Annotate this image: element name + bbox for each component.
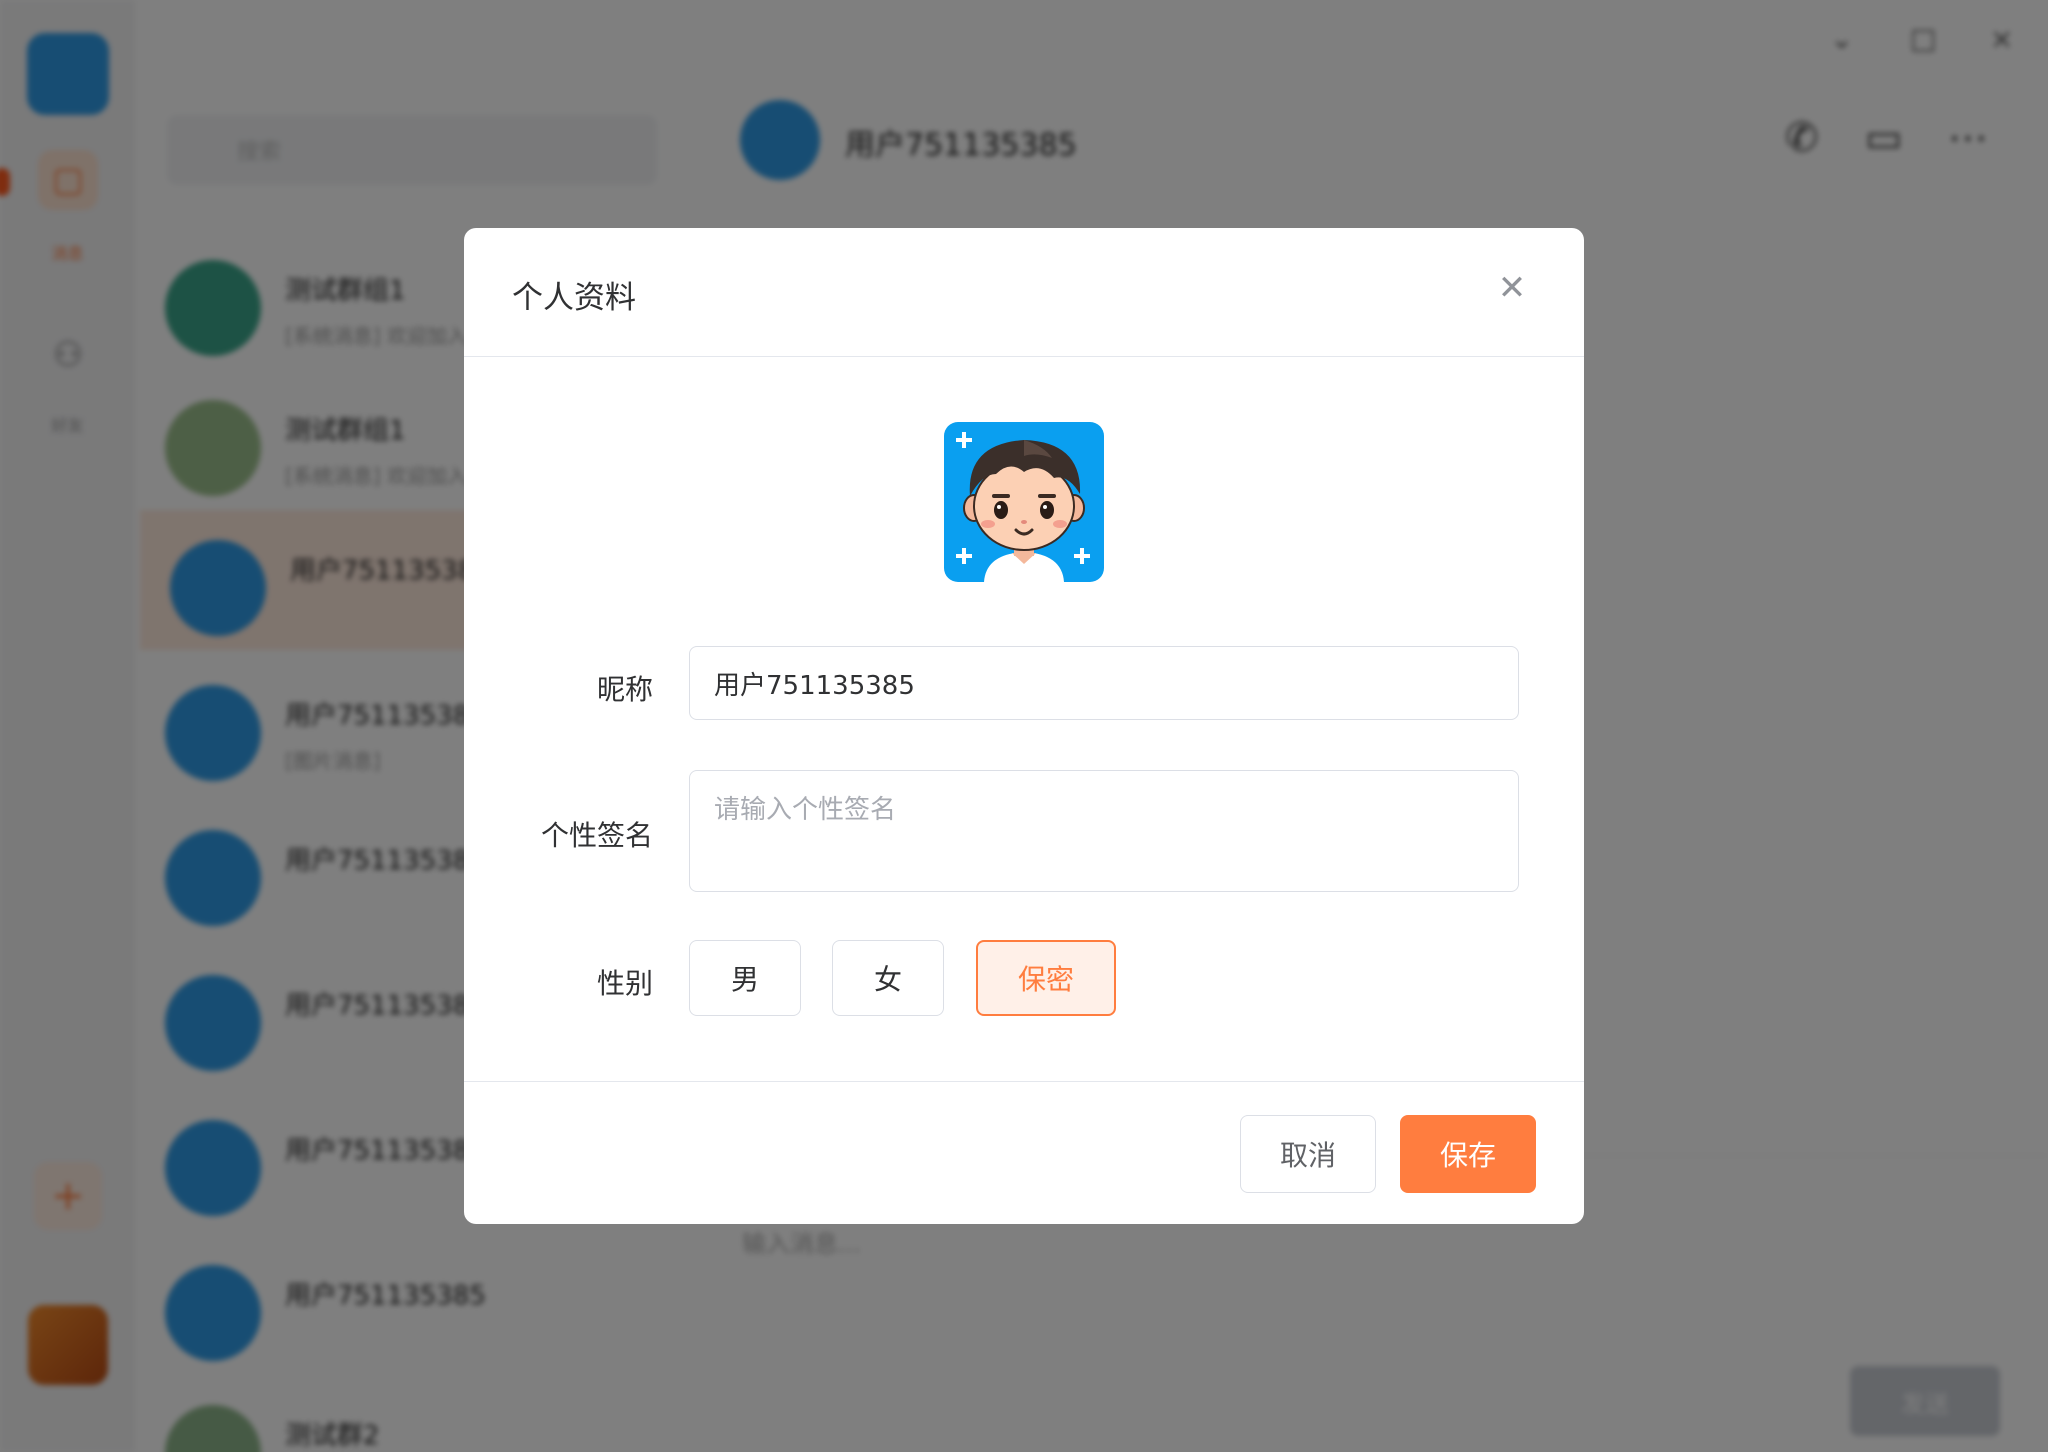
save-button[interactable]: 保存 bbox=[1400, 1115, 1536, 1193]
gender-option-secret[interactable]: 保密 bbox=[976, 940, 1116, 1016]
gender-option-male[interactable]: 男 bbox=[689, 940, 801, 1016]
app-window: ▢ 消息 ⚇ 好友 + 搜索 测试群组1 [系统消息] 欢迎加入 测试群组1 [… bbox=[0, 0, 2048, 1452]
close-icon[interactable]: ✕ bbox=[1492, 268, 1532, 308]
nickname-label: 昵称 bbox=[596, 673, 653, 706]
dialog-footer: 取消 保存 bbox=[464, 1081, 1584, 1224]
dialog-header: 个人资料 ✕ bbox=[464, 228, 1584, 357]
signature-input[interactable] bbox=[689, 770, 1519, 892]
avatar-illustration bbox=[944, 422, 1104, 582]
signature-label: 个性签名 bbox=[540, 819, 653, 852]
profile-avatar[interactable] bbox=[944, 422, 1104, 582]
profile-dialog: 个人资料 ✕ 昵称 用户751135385 个性签名 请输入个性签名 性别 男 … bbox=[464, 228, 1584, 1224]
dialog-title: 个人资料 bbox=[512, 280, 636, 316]
gender-label: 性别 bbox=[596, 967, 653, 1000]
cancel-button[interactable]: 取消 bbox=[1240, 1115, 1376, 1193]
nickname-input[interactable] bbox=[689, 646, 1519, 720]
gender-option-female[interactable]: 女 bbox=[832, 940, 944, 1016]
